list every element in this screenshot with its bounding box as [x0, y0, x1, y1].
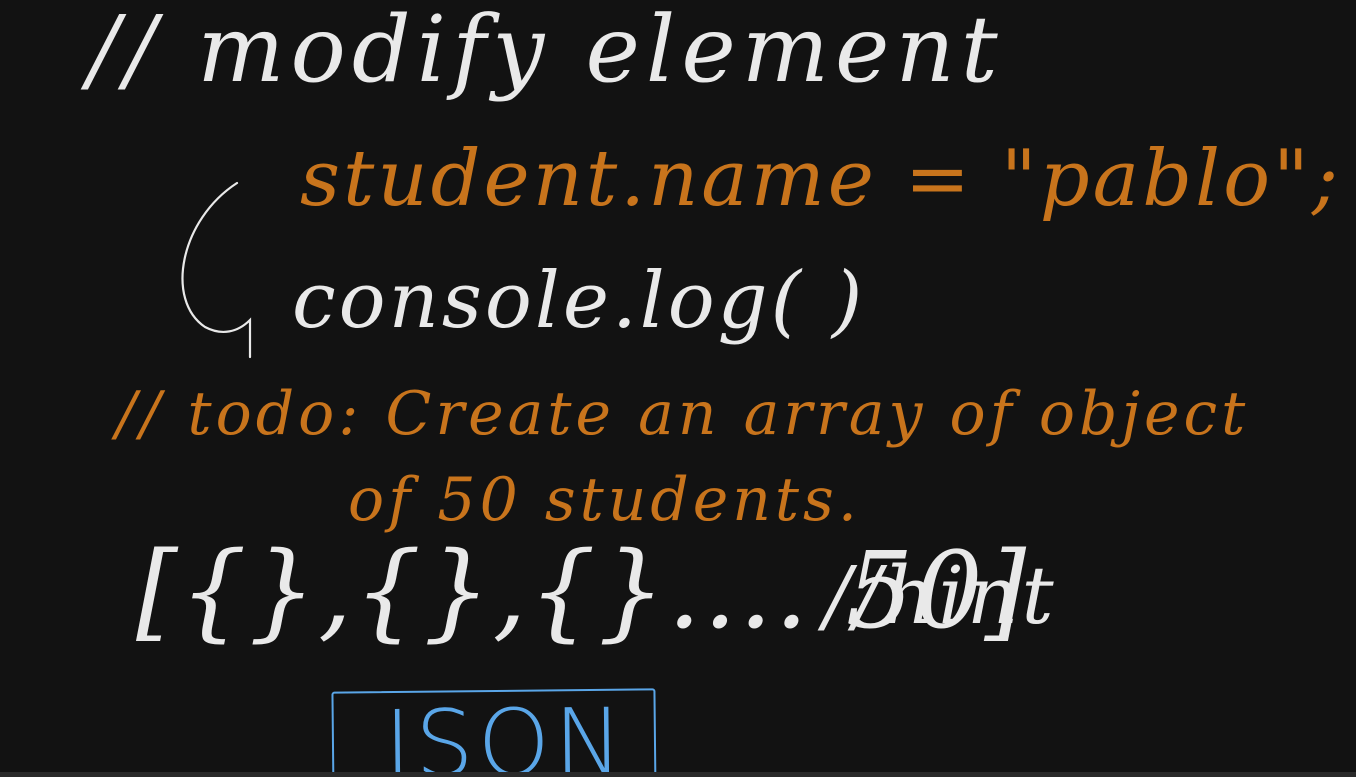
comment-modify-element: // modify element	[88, 0, 1004, 103]
json-box: JSON	[331, 688, 657, 777]
whiteboard-canvas: // modify element student.name = "pablo"…	[0, 0, 1356, 777]
comment-todo-create-array: // todo: Create an array of object	[116, 379, 1250, 449]
comment-todo-continuation: of 50 students.	[348, 465, 861, 535]
json-label: JSON	[383, 688, 628, 777]
comment-hint: //hint	[824, 549, 1057, 642]
code-console-log: console.log( )	[292, 256, 866, 346]
code-student-name-assignment: student.name = "pablo";	[300, 134, 1342, 224]
bottom-edge-bar	[0, 772, 1356, 777]
